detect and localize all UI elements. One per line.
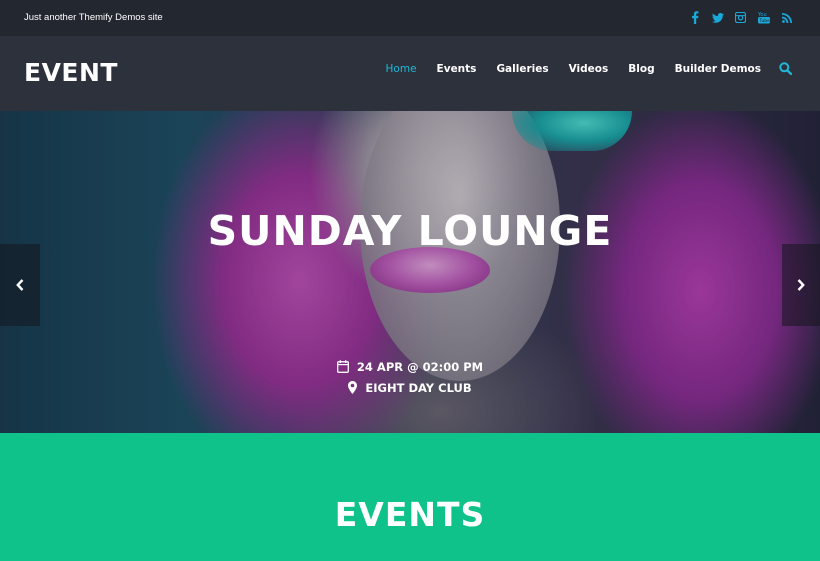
social-links: You Tube [687, 10, 794, 25]
map-pin-icon [348, 381, 358, 397]
slider-next-button[interactable] [782, 244, 820, 326]
youtube-icon[interactable]: You Tube [756, 10, 771, 25]
nav-item-videos[interactable]: Videos [569, 63, 609, 75]
facebook-icon[interactable] [687, 10, 702, 25]
nav-item-galleries[interactable]: Galleries [496, 63, 548, 75]
site-logo[interactable]: EVENT [24, 58, 118, 87]
search-icon[interactable] [779, 62, 792, 75]
hero-title[interactable]: SUNDAY LOUNGE [0, 207, 820, 255]
nav-item-home[interactable]: Home [386, 63, 417, 75]
event-date-text: 24 APR @ 02:00 PM [356, 360, 484, 374]
events-section-title: EVENTS [334, 495, 486, 534]
calendar-icon [336, 360, 349, 376]
hero-slider: SUNDAY LOUNGE 24 APR @ 02:00 PM EIGHT DA… [0, 111, 820, 433]
events-section: EVENTS [0, 433, 820, 561]
instagram-icon[interactable] [733, 10, 748, 25]
event-date: 24 APR @ 02:00 PM [0, 360, 820, 376]
twitter-icon[interactable] [710, 10, 725, 25]
chevron-right-icon [797, 279, 805, 291]
rss-icon[interactable] [779, 10, 794, 25]
site-tagline: Just another Themify Demos site [24, 12, 163, 23]
nav-item-builder-demos[interactable]: Builder Demos [675, 63, 761, 75]
nav-item-events[interactable]: Events [437, 63, 477, 75]
top-bar: Just another Themify Demos site You Tube [0, 0, 820, 36]
main-nav: Home Events Galleries Videos Blog Builde… [366, 62, 792, 75]
svg-text:Tube: Tube [758, 18, 770, 24]
slider-prev-button[interactable] [0, 244, 40, 326]
event-location-text: EIGHT DAY CLUB [365, 381, 472, 395]
site-header: EVENT Home Events Galleries Videos Blog … [0, 36, 820, 111]
event-location: EIGHT DAY CLUB [0, 381, 820, 397]
nav-item-blog[interactable]: Blog [628, 63, 654, 75]
chevron-left-icon [16, 279, 24, 291]
